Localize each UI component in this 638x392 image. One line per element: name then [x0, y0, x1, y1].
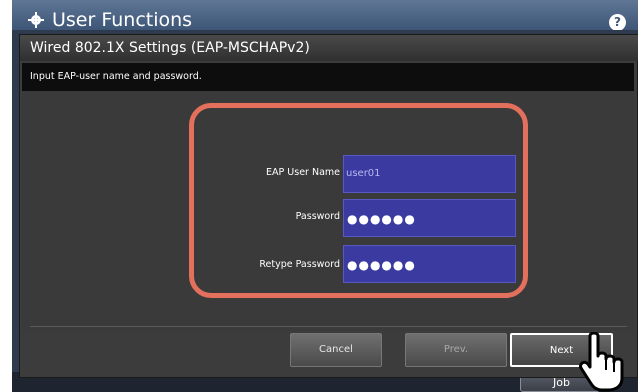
cancel-button[interactable]: Cancel — [290, 333, 382, 367]
eap-user-name-field[interactable]: user01 — [343, 155, 516, 193]
app-title: User Functions — [52, 9, 193, 31]
password-label: Password — [295, 211, 340, 222]
eap-user-name-label: EAP User Name — [266, 167, 340, 178]
next-button[interactable]: Next — [510, 333, 613, 367]
settings-dialog: Wired 802.1X Settings (EAP-MSCHAPv2) Inp… — [19, 34, 638, 378]
retype-password-field[interactable]: ●●●●●● — [343, 245, 516, 283]
password-mask: ●●●●●● — [347, 212, 416, 226]
dialog-title: Wired 802.1X Settings (EAP-MSCHAPv2) — [20, 35, 638, 61]
retype-password-mask: ●●●●●● — [347, 258, 416, 272]
screen: User Functions ? Job Wired 802.1X Settin… — [0, 0, 638, 392]
instruction-text: Input EAP-user name and password. — [22, 63, 634, 91]
retype-password-label: Retype Password — [259, 259, 340, 270]
help-icon[interactable]: ? — [609, 14, 626, 31]
eap-user-name-value: user01 — [346, 168, 381, 179]
gear-icon — [28, 12, 44, 28]
password-field[interactable]: ●●●●●● — [343, 199, 516, 237]
divider — [30, 326, 627, 327]
prev-button[interactable]: Prev. — [405, 333, 507, 367]
